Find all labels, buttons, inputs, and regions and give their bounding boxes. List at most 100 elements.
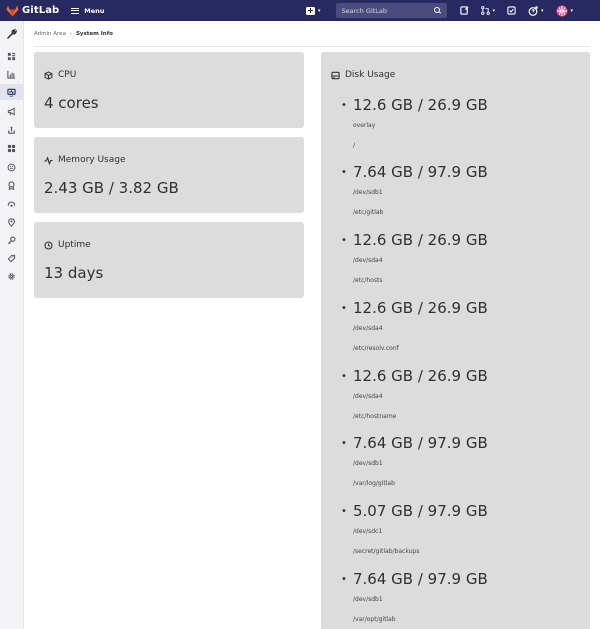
license-icon <box>8 180 15 190</box>
sidebar-item-overview[interactable] <box>0 48 23 64</box>
disk-size: 12.6 GB / 26.9 GB <box>353 299 488 317</box>
disk-mount: /etc/hostname <box>353 413 397 420</box>
todo-check-icon <box>507 6 516 15</box>
search-input[interactable] <box>341 6 422 15</box>
sidebar-item-analytics[interactable] <box>0 66 23 82</box>
cube-icon <box>44 70 53 80</box>
issues-button[interactable] <box>459 6 469 15</box>
bullet: • <box>341 506 347 517</box>
disk-size: 7.64 GB / 97.9 GB <box>353 434 488 452</box>
uptime-title-text: Uptime <box>58 240 91 250</box>
cloud-gear-icon <box>7 201 16 207</box>
divider <box>34 46 590 47</box>
avatar <box>556 5 568 16</box>
plus-square-icon <box>306 6 315 15</box>
disk-size: 12.6 GB / 26.9 GB <box>353 96 488 114</box>
bullet: • <box>341 100 347 111</box>
memory-title-text: Memory Usage <box>58 155 126 165</box>
clock-icon <box>44 240 53 250</box>
hook-icon <box>8 126 15 134</box>
disk-device: /dev/sda4 <box>353 393 383 400</box>
location-icon <box>8 217 15 227</box>
monitor-icon <box>7 88 16 97</box>
memory-value: 2.43 GB / 3.82 GB <box>44 179 179 197</box>
memory-card: Memory Usage 2.43 GB / 3.82 GB <box>34 137 304 213</box>
cpu-card: CPU 4 cores <box>34 52 304 128</box>
sidebar-item-deploy-keys[interactable] <box>0 232 23 248</box>
search-icon <box>433 7 441 14</box>
bullhorn-icon <box>7 107 15 115</box>
cpu-title-text: CPU <box>58 70 77 80</box>
uptime-value: 13 days <box>44 264 104 282</box>
disk-mount: /etc/resolv.conf <box>353 345 399 352</box>
disk-device: /dev/sdc1 <box>353 528 383 535</box>
todos-button[interactable] <box>507 6 516 15</box>
disk-title-text: Disk Usage <box>345 70 396 80</box>
uptime-card: Uptime 13 days <box>34 222 304 298</box>
menu-button[interactable]: Menu <box>71 7 104 15</box>
disk-device: /dev/sdb1 <box>353 460 383 467</box>
merge-requests-button[interactable]: ▾ <box>480 6 496 15</box>
wrench-icon <box>6 29 17 39</box>
menu-label: Menu <box>84 6 105 15</box>
disk-mount: / <box>353 142 356 149</box>
chart-icon <box>7 70 16 79</box>
disk-size: 7.64 GB / 97.9 GB <box>353 163 488 181</box>
disk-size: 7.64 GB / 97.9 GB <box>353 570 488 588</box>
sidebar-item-kubernetes[interactable] <box>0 195 23 211</box>
disk-icon <box>331 71 340 79</box>
bullet: • <box>341 371 347 382</box>
issues-icon <box>459 6 469 15</box>
disk-mount: /etc/hosts <box>353 277 383 284</box>
disk-mount: /secret/gitlab/backups <box>353 548 420 555</box>
disk-size: 5.07 GB / 97.9 GB <box>353 502 488 520</box>
pulse-icon <box>44 155 53 165</box>
help-button[interactable]: ▾ <box>528 5 544 16</box>
tanuki-logo-icon <box>6 5 19 16</box>
chevron-down-icon: ▾ <box>570 7 574 14</box>
gitlab-logo[interactable]: GitLab <box>6 5 59 17</box>
breadcrumb: Admin Area › System Info <box>34 28 113 40</box>
user-menu-button[interactable]: ▾ <box>556 5 574 17</box>
sidebar-item-subscription[interactable] <box>0 177 23 193</box>
sidebar-item-system-hooks[interactable] <box>0 122 23 138</box>
chevron-right-icon: › <box>69 31 72 37</box>
cpu-card-title: CPU <box>44 70 76 80</box>
new-dropdown-button[interactable]: ▾ <box>306 6 321 15</box>
uptime-card-title: Uptime <box>44 240 91 250</box>
disk-card-title: Disk Usage <box>331 70 395 80</box>
sidebar-item-labels[interactable] <box>0 250 23 266</box>
disk-device: /dev/sdb1 <box>353 189 383 196</box>
disk-size: 12.6 GB / 26.9 GB <box>353 367 488 385</box>
chevron-down-icon: ▾ <box>492 7 496 14</box>
hamburger-icon <box>71 7 80 14</box>
label-icon <box>7 254 16 262</box>
disk-device: /dev/sdb1 <box>353 596 383 603</box>
chevron-down-icon: ▾ <box>318 7 321 14</box>
disk-mount: /var/opt/gitlab <box>353 616 396 623</box>
merge-request-icon <box>480 6 490 15</box>
search-box[interactable] <box>335 3 447 18</box>
disk-usage-card: Disk Usage • 12.6 GB / 26.9 GB overlay /… <box>321 52 590 629</box>
abuse-report-icon <box>7 163 16 171</box>
sidebar-item-geo[interactable] <box>0 214 23 230</box>
sidebar-item-abuse-reports[interactable] <box>0 159 23 175</box>
breadcrumb-current[interactable]: System Info <box>76 31 113 37</box>
sidebar-item-messages[interactable] <box>0 103 23 119</box>
bullet: • <box>341 303 347 314</box>
admin-sidebar <box>0 21 24 629</box>
bullet: • <box>341 574 347 585</box>
chevron-down-icon: ▾ <box>541 7 544 14</box>
breadcrumb-admin-area-link[interactable]: Admin Area <box>34 31 66 37</box>
sidebar-item-monitoring[interactable] <box>0 84 23 100</box>
top-navbar: GitLab Menu ▾ ▾ ▾ ▾ <box>0 0 600 21</box>
sidebar-item-applications[interactable] <box>0 140 23 156</box>
brand-name: GitLab <box>22 5 60 16</box>
bullet: • <box>341 235 347 246</box>
disk-size: 12.6 GB / 26.9 GB <box>353 231 488 249</box>
disk-device: /dev/sda4 <box>353 325 383 332</box>
sidebar-item-admin[interactable] <box>0 26 23 42</box>
sidebar-item-settings[interactable] <box>0 268 23 284</box>
disk-mount: /etc/gitlab <box>353 209 384 216</box>
disk-mount: /var/log/gitlab <box>353 480 395 487</box>
